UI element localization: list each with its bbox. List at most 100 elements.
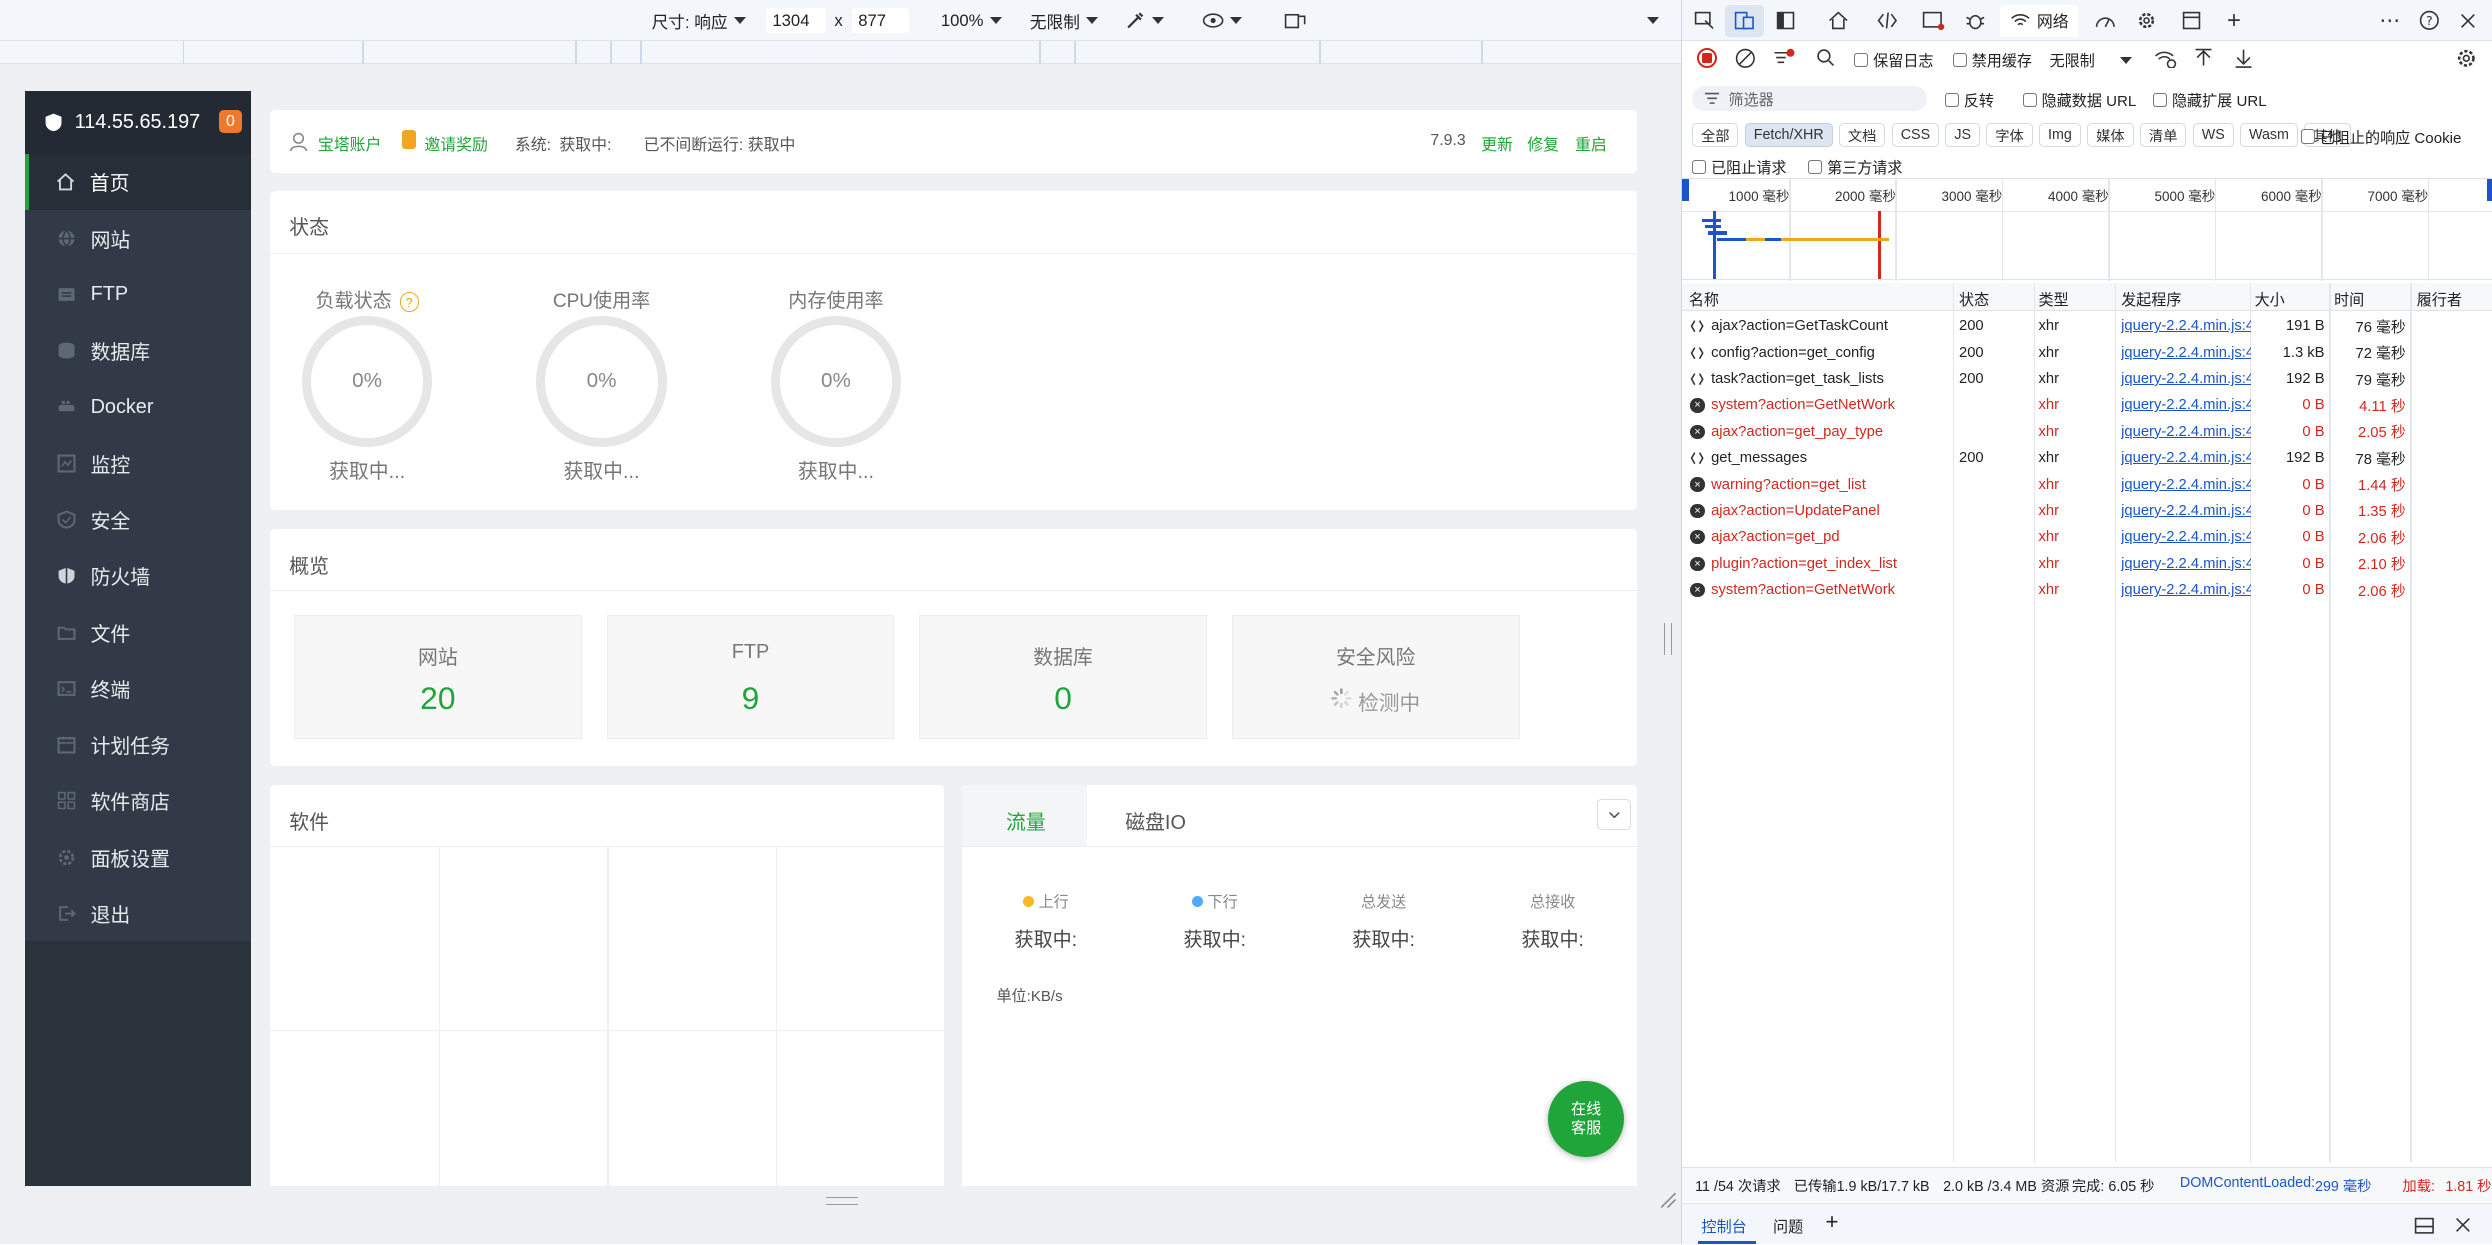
online-support-button[interactable]: 在线 客服 (1547, 1080, 1625, 1157)
sources-tab[interactable] (1956, 0, 1994, 41)
rotate-button[interactable] (1284, 0, 1306, 41)
record-button[interactable] (1696, 47, 1718, 69)
clear-icon[interactable] (1735, 48, 1756, 69)
dock-drawer-icon[interactable] (2414, 1217, 2435, 1234)
elements-tab[interactable] (1868, 0, 1906, 41)
device-mode-button[interactable] (1725, 4, 1764, 37)
type-chip-7[interactable]: 媒体 (2087, 123, 2134, 147)
column-header-2[interactable]: 类型 (2038, 288, 2068, 310)
drawer-tab-console[interactable]: 控制台 (1702, 1215, 1747, 1237)
request-row[interactable]: × plugin?action=get_index_list xhr jquery-2… (1682, 551, 2492, 577)
type-chip-0[interactable]: 全部 (1692, 123, 1739, 147)
sidebar-item-3[interactable]: 数据库 (25, 323, 251, 379)
invite-link[interactable]: 邀请奖励 (424, 132, 488, 155)
device-width-input[interactable]: 1304 (766, 7, 827, 34)
import-har-icon[interactable] (2194, 48, 2213, 69)
request-row[interactable]: × ajax?action=get_pd xhr jquery-2.2.4.min.j… (1682, 524, 2492, 550)
console-tab[interactable] (1915, 0, 1953, 41)
request-row[interactable]: × ajax?action=UpdatePanel xhr jquery-2.2.4.… (1682, 498, 2492, 524)
overview-box-0[interactable]: 网站 20 (294, 615, 582, 739)
request-initiator[interactable]: jquery-2.2.4.min.js:4 (2121, 477, 2251, 493)
column-header-1[interactable]: 状态 (1959, 288, 1989, 310)
type-chip-5[interactable]: 字体 (1986, 123, 2033, 147)
inspect-button[interactable] (1686, 0, 1724, 41)
sidebar-item-12[interactable]: 面板设置 (25, 829, 251, 885)
repair-link[interactable]: 修复 (1527, 132, 1559, 155)
drawer-add-tab-icon[interactable]: + (1826, 1209, 1839, 1235)
type-chip-1[interactable]: Fetch/XHR (1744, 123, 1833, 147)
device-height-input[interactable]: 877 (851, 7, 910, 34)
sidebar-item-4[interactable]: Docker (25, 379, 251, 435)
help-icon[interactable]: ? (399, 292, 419, 312)
performance-tab[interactable] (2086, 0, 2124, 41)
tab-traffic[interactable]: 流量 (1006, 806, 1046, 835)
sidebar-item-1[interactable]: 网站 (25, 210, 251, 266)
customize-menu-button[interactable]: ⋯ (2371, 0, 2409, 41)
update-link[interactable]: 更新 (1481, 132, 1513, 155)
more-tabs-button[interactable]: + (2215, 0, 2253, 41)
filter-input[interactable]: 筛选器 (1692, 85, 1928, 112)
welcome-tab[interactable] (1819, 0, 1857, 41)
restart-link[interactable]: 重启 (1575, 132, 1607, 155)
overview-box-2[interactable]: 数据库 0 (919, 615, 1207, 739)
disable-cache-checkbox[interactable]: 禁用缓存 (1952, 49, 2032, 71)
request-row[interactable]: × warning?action=get_list xhr jquery-2.2.4.… (1682, 471, 2492, 497)
sidebar-item-10[interactable]: 计划任务 (25, 717, 251, 773)
sidebar-item-7[interactable]: 防火墙 (25, 548, 251, 604)
blocked-requests-checkbox[interactable]: 已阻止请求 (1692, 156, 1786, 178)
export-har-icon[interactable] (2234, 48, 2253, 69)
hide-data-url-checkbox[interactable]: 隐藏数据 URL (2022, 89, 2136, 111)
request-row[interactable]: ajax?action=GetTaskCount 200 xhr jquery-2.2… (1682, 313, 2492, 339)
request-initiator[interactable]: jquery-2.2.4.min.js:4 (2121, 556, 2251, 572)
overview-box-3[interactable]: 安全风险 检测中 (1231, 615, 1520, 739)
request-row[interactable]: × system?action=GetNetWork xhr jquery-2.2.4… (1682, 392, 2492, 418)
settings-tab[interactable] (2127, 0, 2165, 41)
request-initiator[interactable]: jquery-2.2.4.min.js:4 (2121, 582, 2251, 598)
invert-checkbox[interactable]: 反转 (1944, 89, 1994, 111)
sidebar-item-9[interactable]: 终端 (25, 661, 251, 717)
sidebar-item-6[interactable]: 安全 (25, 492, 251, 548)
close-drawer-icon[interactable] (2455, 1217, 2471, 1233)
type-chip-8[interactable]: 清单 (2139, 123, 2187, 147)
type-chip-10[interactable]: Wasm (2240, 123, 2298, 147)
column-header-4[interactable]: 大小 (2255, 288, 2285, 310)
sidebar-item-2[interactable]: FTP (25, 267, 251, 323)
notification-badge[interactable]: 0 (219, 109, 242, 134)
vision-button[interactable] (1202, 0, 1243, 41)
sidebar-item-11[interactable]: 软件商店 (25, 773, 251, 829)
preserve-log-checkbox[interactable]: 保留日志 (1854, 49, 1933, 71)
tab-disk-io[interactable]: 磁盘IO (1125, 806, 1186, 835)
request-initiator[interactable]: jquery-2.2.4.min.js:4 (2121, 345, 2251, 361)
column-header-6[interactable]: 履行者 (2417, 288, 2462, 310)
sidebar-item-5[interactable]: 监控 (25, 435, 251, 491)
throttle-select[interactable]: 无限制 (1030, 0, 1099, 41)
close-devtools-button[interactable] (2449, 0, 2487, 41)
request-row[interactable]: get_messages 200 xhr jquery-2.2.4.min.js:4 1… (1682, 445, 2492, 471)
network-throttle-select[interactable]: 无限制 (2050, 49, 2133, 71)
search-icon[interactable] (1816, 48, 1835, 67)
zoom-select[interactable]: 100% (941, 0, 1002, 41)
column-header-5[interactable]: 时间 (2334, 288, 2364, 310)
traffic-dropdown[interactable] (1597, 799, 1631, 830)
sidebar-item-8[interactable]: 文件 (25, 604, 251, 660)
filter-icon[interactable] (1773, 48, 1795, 69)
request-initiator[interactable]: jquery-2.2.4.min.js:4 (2121, 450, 2251, 466)
hide-ext-url-checkbox[interactable]: 隐藏扩展 URL (2152, 89, 2267, 111)
request-row[interactable]: × system?action=GetNetWork xhr jquery-2.2.4… (1682, 577, 2492, 603)
request-row[interactable]: config?action=get_config 200 xhr jquery-2.2… (1682, 339, 2492, 365)
type-chip-4[interactable]: JS (1945, 123, 1980, 147)
request-initiator[interactable]: jquery-2.2.4.min.js:4 (2121, 371, 2251, 387)
type-chip-9[interactable]: WS (2192, 123, 2234, 147)
network-conditions-icon[interactable] (2154, 48, 2177, 69)
application-tab[interactable] (2172, 0, 2210, 41)
request-initiator[interactable]: jquery-2.2.4.min.js:4 (2121, 424, 2251, 440)
sidebar-item-0[interactable]: 首页 (25, 154, 252, 210)
column-header-3[interactable]: 发起程序 (2121, 288, 2181, 310)
request-initiator[interactable]: jquery-2.2.4.min.js:4 (2121, 529, 2251, 545)
third-party-checkbox[interactable]: 第三方请求 (1808, 156, 1902, 178)
type-chip-3[interactable]: CSS (1891, 123, 1940, 147)
bottom-resize-handle[interactable] (826, 1196, 859, 1205)
dimensions-select[interactable]: 尺寸: 响应 (652, 0, 746, 41)
column-header-0[interactable]: 名称 (1689, 288, 1719, 310)
eyedropper-button[interactable] (1125, 0, 1165, 41)
